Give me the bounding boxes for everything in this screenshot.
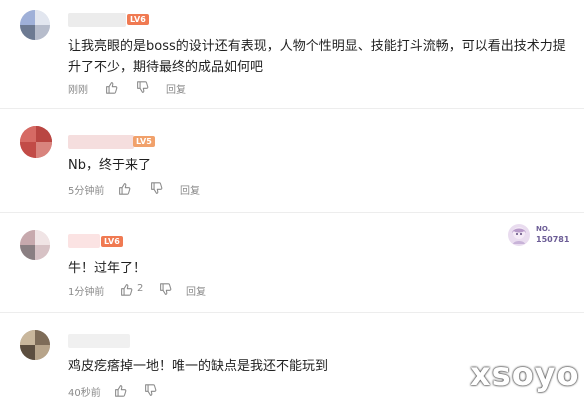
- reply-button[interactable]: 回复: [180, 182, 220, 197]
- divider: [0, 312, 584, 313]
- divider: [0, 108, 584, 109]
- avatar[interactable]: [20, 330, 50, 360]
- like-icon[interactable]: [120, 283, 134, 297]
- reply-label: 回复: [180, 186, 200, 197]
- dislike-icon[interactable]: [136, 81, 150, 95]
- dislike-icon[interactable]: [150, 182, 164, 196]
- comment-text: 牛！过年了！: [68, 261, 147, 276]
- like-count: 2: [137, 283, 144, 294]
- fan-badge-number: 150781: [536, 235, 570, 244]
- username[interactable]: [68, 135, 134, 149]
- comment-time: 40秒前: [68, 388, 101, 399]
- fan-badge-label: NO.: [536, 225, 551, 233]
- watermark-text: xsoyo: [470, 355, 580, 393]
- avatar[interactable]: [20, 126, 52, 158]
- username[interactable]: [68, 13, 126, 27]
- comment-item: LV6 牛！过年了！ 1分钟前 2 回复: [0, 226, 584, 306]
- divider: [0, 212, 584, 213]
- comment-time: 刚刚: [68, 85, 88, 96]
- avatar[interactable]: [20, 10, 50, 40]
- reply-label: 回复: [166, 85, 186, 96]
- comment-item: LV6 让我亮眼的是boss的设计还有表现，人物个性明显、技能打斗流畅，可以看出…: [0, 8, 584, 100]
- avatar[interactable]: [20, 230, 50, 260]
- username[interactable]: [68, 334, 130, 348]
- comment-time: 1分钟前: [68, 287, 105, 298]
- level-badge: LV6: [127, 14, 149, 25]
- dislike-icon[interactable]: [159, 283, 173, 297]
- fan-badge: NO. 150781: [508, 222, 572, 250]
- fan-badge-avatar: [508, 224, 530, 246]
- level-badge: LV5: [133, 136, 155, 147]
- username[interactable]: [68, 234, 100, 248]
- comment-text: 让我亮眼的是boss的设计还有表现，人物个性明显、技能打斗流畅，可以看出技术力提…: [68, 39, 566, 75]
- dislike-icon[interactable]: [144, 384, 158, 398]
- comment-time: 5分钟前: [68, 186, 105, 197]
- like-icon[interactable]: [105, 81, 119, 95]
- comment-text: Nb，终于来了: [68, 158, 151, 173]
- like-icon[interactable]: [114, 384, 128, 398]
- level-badge: LV6: [101, 236, 123, 247]
- like-icon[interactable]: [118, 182, 132, 196]
- reply-label: 回复: [186, 287, 206, 298]
- comment-item: LV5 Nb，终于来了 5分钟前 回复: [0, 122, 584, 202]
- reply-button[interactable]: 回复: [166, 81, 206, 96]
- reply-button[interactable]: 回复: [186, 283, 226, 298]
